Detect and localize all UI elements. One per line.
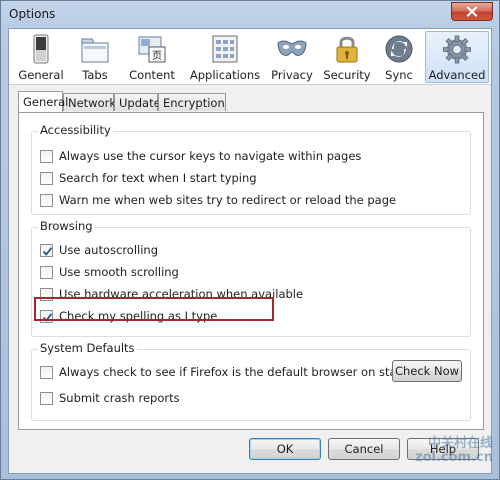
sync-icon xyxy=(385,35,413,63)
warn-redirect-checkbox[interactable] xyxy=(40,193,53,207)
browsing-group-title: Browsing xyxy=(38,219,95,233)
toolbar-tabs[interactable]: Tabs xyxy=(73,31,117,83)
option-warn-redirect[interactable]: Warn me when web sites try to redirect o… xyxy=(40,192,396,208)
toolbar-security[interactable]: Security xyxy=(319,31,375,83)
tab-update-label: Update xyxy=(119,96,161,110)
window-title: Options xyxy=(9,7,56,21)
accessibility-group: Accessibility Always use the cursor keys… xyxy=(31,123,471,215)
toolbar-advanced-label: Advanced xyxy=(428,68,486,82)
toolbar-content-label: Content xyxy=(129,68,175,82)
toolbar-privacy[interactable]: Privacy xyxy=(267,31,317,83)
ok-label: OK xyxy=(276,442,294,456)
system-defaults-group-title: System Defaults xyxy=(38,341,137,355)
cancel-label: Cancel xyxy=(344,442,384,456)
dialog-client-area: General Tabs 页 Content Applications Priv… xyxy=(8,28,492,474)
crash-reports-label: Submit crash reports xyxy=(59,391,180,405)
warn-redirect-label: Warn me when web sites try to redirect o… xyxy=(59,193,397,207)
toolbar-general-label: General xyxy=(18,68,64,82)
option-smooth-scrolling[interactable]: Use smooth scrolling xyxy=(40,264,179,280)
options-window: Options General Tabs 页 Content Applicati… xyxy=(0,0,500,480)
toolbar-general[interactable]: General xyxy=(13,31,69,83)
watermark-line1: 中关村在线 xyxy=(427,436,493,451)
tab-encryption[interactable]: Encryption xyxy=(158,93,226,111)
system-defaults-group: System Defaults Always check to see if F… xyxy=(31,341,471,421)
check-icon xyxy=(42,246,53,256)
highlight-annotation-box xyxy=(34,297,274,321)
tab-encryption-label: Encryption xyxy=(163,96,225,110)
tab-network-label: Network xyxy=(68,96,117,110)
watermark-line2: zol.com.cn xyxy=(415,450,493,465)
default-browser-checkbox[interactable] xyxy=(40,365,53,379)
toolbar-content[interactable]: 页 Content xyxy=(121,31,183,83)
tab-general[interactable]: General xyxy=(18,91,68,112)
autoscrolling-checkbox[interactable] xyxy=(40,243,53,257)
option-default-browser-check[interactable]: Always check to see if Firefox is the de… xyxy=(40,364,420,380)
applications-icon xyxy=(212,35,238,63)
toolbar-applications-label: Applications xyxy=(189,68,261,82)
check-now-label: Check Now xyxy=(394,364,460,378)
crash-reports-checkbox[interactable] xyxy=(40,391,53,405)
cancel-button[interactable]: Cancel xyxy=(328,438,400,460)
accessibility-group-title: Accessibility xyxy=(38,123,113,137)
advanced-gear-icon xyxy=(443,35,471,64)
autoscrolling-label: Use autoscrolling xyxy=(59,243,159,257)
security-lock-icon xyxy=(336,36,358,63)
option-autoscrolling[interactable]: Use autoscrolling xyxy=(40,242,158,258)
general-switch-icon xyxy=(33,34,49,64)
site-watermark: 中关村在线 zol.com.cn xyxy=(415,437,493,465)
tabs-icon xyxy=(81,38,109,63)
option-cursor-keys[interactable]: Always use the cursor keys to navigate w… xyxy=(40,148,361,164)
default-browser-label: Always check to see if Firefox is the de… xyxy=(59,365,421,379)
smooth-scrolling-checkbox[interactable] xyxy=(40,265,53,279)
option-search-typing[interactable]: Search for text when I start typing xyxy=(40,170,257,186)
title-bar[interactable]: Options xyxy=(1,1,499,27)
preferences-toolbar: General Tabs 页 Content Applications Priv… xyxy=(9,29,491,85)
search-typing-checkbox[interactable] xyxy=(40,171,53,185)
toolbar-advanced[interactable]: Advanced xyxy=(425,31,489,83)
privacy-mask-icon xyxy=(277,40,307,56)
cursor-keys-checkbox[interactable] xyxy=(40,149,53,163)
cursor-keys-label: Always use the cursor keys to navigate w… xyxy=(59,149,362,163)
toolbar-sync-label: Sync xyxy=(385,68,413,82)
toolbar-tabs-label: Tabs xyxy=(82,68,108,82)
close-icon xyxy=(466,6,478,17)
content-icon: 页 xyxy=(138,36,166,63)
toolbar-security-label: Security xyxy=(323,68,371,82)
check-now-button[interactable]: Check Now xyxy=(392,360,462,382)
svg-text:页: 页 xyxy=(152,50,162,62)
ok-button[interactable]: OK xyxy=(249,438,321,460)
toolbar-applications[interactable]: Applications xyxy=(187,31,263,83)
toolbar-privacy-label: Privacy xyxy=(271,68,313,82)
option-crash-reports[interactable]: Submit crash reports xyxy=(40,390,180,406)
tab-update[interactable]: Update xyxy=(114,93,161,111)
tab-network[interactable]: Network xyxy=(63,93,117,111)
close-button[interactable] xyxy=(451,2,493,21)
general-tab-panel: Accessibility Always use the cursor keys… xyxy=(18,112,484,430)
toolbar-sync[interactable]: Sync xyxy=(377,31,421,83)
tab-general-label: General xyxy=(23,95,69,109)
smooth-scrolling-label: Use smooth scrolling xyxy=(59,265,179,279)
search-typing-label: Search for text when I start typing xyxy=(59,171,257,185)
